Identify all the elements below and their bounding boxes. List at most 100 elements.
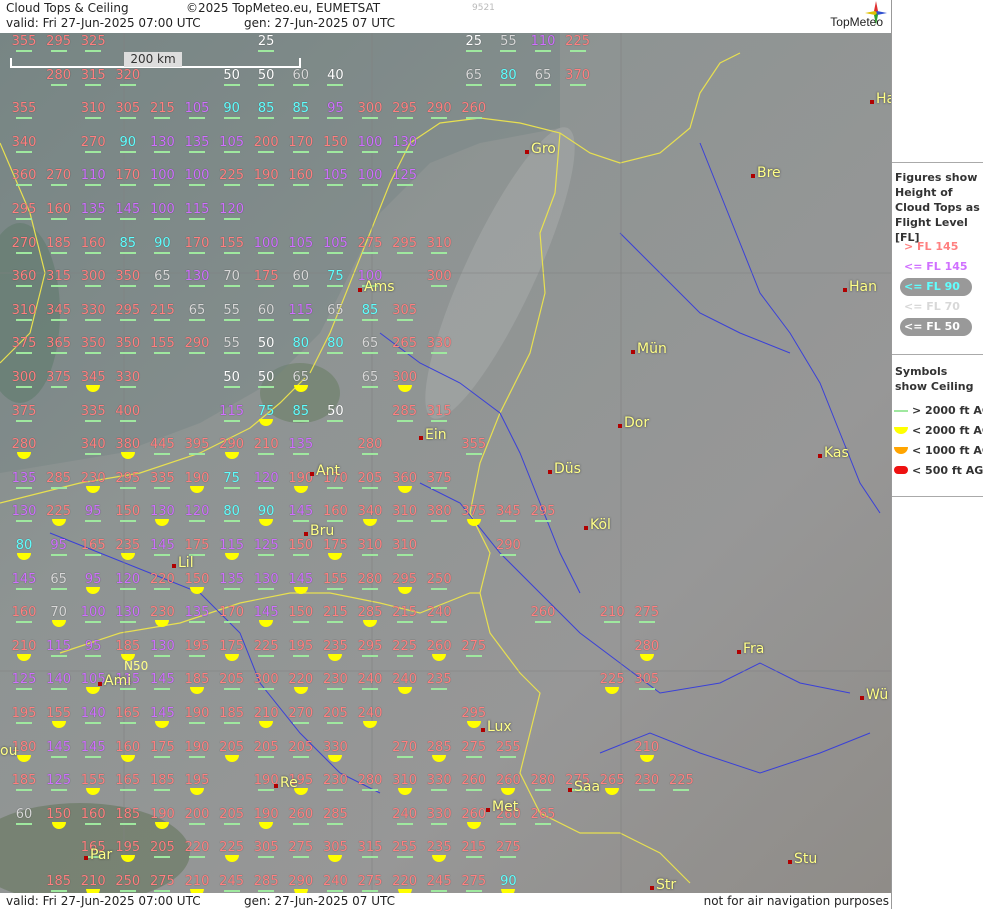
ceiling-symbol (535, 621, 551, 624)
ceiling-symbol (154, 453, 171, 456)
ceiling-symbol (154, 789, 171, 792)
cloud-top-value: 380 (115, 437, 141, 453)
cloud-top-value: 155 (46, 706, 72, 721)
cloud-top-value: 295 (392, 101, 418, 117)
cloud-top-value: 230 (322, 773, 348, 789)
cloud-top-value: 55 (223, 302, 240, 318)
ceiling-symbol (362, 117, 378, 120)
ceiling-symbol (50, 352, 67, 355)
cloud-top-value: 265 (530, 806, 556, 822)
ceiling-symbol (16, 318, 32, 321)
satellite-map[interactable]: 200 km N50 355 295 325 25 25 55 110 225 280 315 32… (0, 33, 891, 893)
ceiling-legend-item: < 500 ft AGL (912, 464, 983, 477)
ceiling-legend-symbol (894, 410, 908, 412)
cloud-top-value: 295 (392, 235, 418, 251)
cloud-top-value: 75 (327, 269, 344, 285)
ceiling-symbol (327, 621, 344, 624)
cloud-top-value: 185 (184, 672, 210, 688)
ceiling-symbol (189, 755, 205, 758)
ceiling-symbol (465, 856, 482, 859)
ceiling-symbol (396, 654, 413, 657)
cloud-top-value: 110 (530, 34, 556, 49)
ceiling-symbol (223, 117, 240, 120)
cloud-top-value: 90 (500, 874, 517, 889)
ceiling-symbol (292, 117, 309, 120)
cloud-top-value: 275 (149, 874, 175, 889)
cloud-top-value: 110 (80, 168, 106, 184)
ceiling-symbol (396, 251, 413, 254)
ceiling-symbol (119, 285, 136, 288)
cloud-top-value: 330 (426, 336, 452, 352)
ceiling-symbol (258, 184, 275, 187)
cloud-top-value: 275 (288, 840, 314, 856)
cloud-top-value: 225 (599, 672, 625, 688)
ceiling-symbol (465, 50, 482, 52)
ceiling-symbol (85, 554, 102, 556)
ceiling-symbol (119, 318, 136, 321)
ceiling-symbol (119, 251, 136, 254)
ceiling-symbol (16, 150, 32, 153)
cloud-top-value: 310 (357, 538, 383, 553)
cloud-top-value: 240 (357, 672, 383, 688)
cloud-top-value: 250 (426, 571, 452, 587)
cloud-top-value: 335 (149, 470, 175, 486)
cloud-top-value: 230 (80, 470, 106, 486)
cloud-top-value: 150 (322, 134, 348, 150)
ceiling-symbol (119, 218, 136, 220)
cloud-top-value: 295 (392, 571, 418, 587)
ceiling-symbol (431, 621, 448, 624)
ceiling-symbol (119, 419, 136, 422)
cloud-top-value: 300 (253, 672, 279, 688)
city-marker (818, 454, 822, 458)
city-label: Dor (618, 415, 650, 431)
cloud-top-value: 195 (184, 638, 210, 654)
ceiling-symbol (327, 822, 344, 825)
cloud-top-value: 115 (288, 302, 314, 318)
cloud-top-value: 360 (11, 168, 37, 184)
ceiling-symbol (85, 520, 102, 523)
cloud-top-value: 115 (219, 403, 245, 419)
ceiling-symbol (638, 621, 655, 624)
ceiling-symbol (292, 453, 309, 456)
city-marker (98, 682, 102, 686)
city-name: Met (492, 799, 519, 815)
city-name: Dor (624, 415, 650, 431)
cloud-top-value: 345 (495, 504, 521, 520)
ceiling-symbol (258, 50, 275, 52)
ceiling-symbol (223, 587, 240, 590)
cloud-top-value: 65 (361, 336, 379, 352)
cloud-top-value: 280 (530, 773, 556, 789)
ceiling-symbol (154, 554, 171, 556)
cloud-top-value: 130 (149, 504, 175, 520)
cloud-top-value: 255 (495, 739, 521, 755)
cloud-top-value: 145 (149, 538, 175, 553)
cloud-top-value: 105 (184, 101, 210, 117)
ceiling-symbol (396, 184, 413, 187)
ceiling-symbol (154, 587, 171, 590)
ceiling-symbol (396, 117, 413, 120)
ceiling-symbol (189, 520, 205, 523)
ceiling-symbol (292, 554, 309, 556)
cloud-top-value: 115 (184, 202, 210, 217)
ceiling-symbol (327, 789, 344, 792)
ceiling-symbol (154, 352, 171, 355)
cloud-top-value: 285 (322, 806, 348, 822)
cloud-top-value: 80 (292, 336, 310, 352)
cloud-top-value: 310 (80, 101, 106, 117)
cloud-top-value: 135 (184, 605, 210, 621)
ceiling-symbol (85, 251, 102, 254)
ceiling-symbol (362, 318, 378, 321)
cloud-top-value: 330 (322, 739, 348, 755)
ceiling-symbol (431, 352, 448, 355)
ceiling-symbol (258, 890, 275, 892)
cloud-top-value: 25 (257, 34, 275, 49)
ceiling-symbol (362, 789, 378, 792)
ceiling-symbol (85, 117, 102, 120)
ceiling-symbol (119, 83, 136, 86)
ceiling-symbol (154, 251, 171, 254)
fl-legend-item: > FL 145 (904, 240, 959, 253)
figures-legend-title: Figures show Height of Cloud Tops as Fli… (895, 171, 980, 244)
ceiling-symbol (638, 789, 655, 792)
ceiling-symbol (258, 789, 275, 792)
copyright-text: ©2025 TopMeteo.eu, EUMETSAT (186, 1, 381, 15)
